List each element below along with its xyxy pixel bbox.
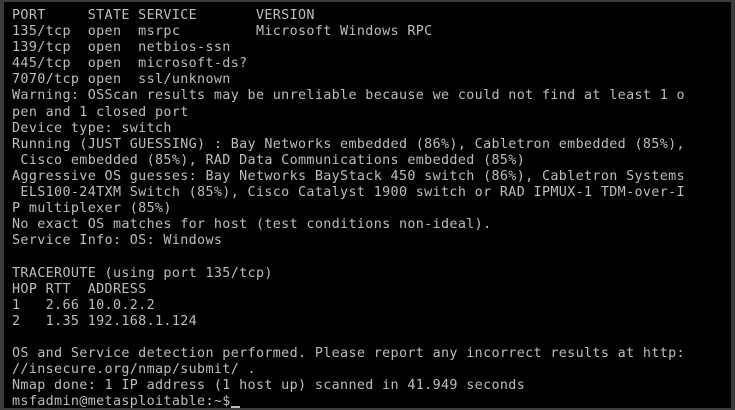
output-line-device-type: Device type: switch [12,120,172,136]
output-line-running: Running (JUST GUESSING) : Bay Networks e… [12,136,685,152]
output-line-port-header: PORT STATE SERVICE VERSION [12,8,315,23]
output-line-blank [12,249,731,265]
output-line-blank [12,330,731,346]
output-line-warning-cont: pen and 1 closed port [12,104,189,120]
output-line-traceroute-header: HOP RTT ADDRESS [12,281,147,297]
output-line-port-7070: 7070/tcp open ssl/unknown [12,72,231,88]
output-line-port-445: 445/tcp open microsoft-ds? [12,56,248,72]
terminal-output: PORT STATE SERVICE VERSION 135/tcp open … [12,8,731,408]
output-line-detection-performed: OS and Service detection performed. Plea… [12,345,685,361]
output-line-nmap-done: Nmap done: 1 IP address (1 host up) scan… [12,378,526,394]
output-line-aggressive-guesses-cont2: P multiplexer (85%) [12,201,172,217]
output-line-aggressive-guesses-cont: ELS100-24TXM Switch (85%), Cisco Catalys… [12,185,685,201]
output-line-hop-1: 1 2.66 10.0.2.2 [12,297,156,313]
shell-prompt: msfadmin@metasploitable:~$ [12,394,231,408]
output-line-detection-url: //insecure.org/nmap/submit/ . [12,362,256,378]
output-line-aggressive-guesses: Aggressive OS guesses: Bay Networks BayS… [12,168,685,184]
output-line-running-cont: Cisco embedded (85%), RAD Data Communica… [12,152,526,168]
output-line-port-139: 139/tcp open netbios-ssn [12,40,231,56]
terminal-screen[interactable]: PORT STATE SERVICE VERSION 135/tcp open … [4,2,731,408]
terminal-window-frame: PORT STATE SERVICE VERSION 135/tcp open … [0,0,735,410]
output-line-service-info: Service Info: OS: Windows [12,233,223,249]
output-line-no-exact-match: No exact OS matches for host (test condi… [12,217,492,233]
output-line-traceroute: TRACEROUTE (using port 135/tcp) [12,265,273,281]
command-prompt-row[interactable]: msfadmin@metasploitable:~$ [12,394,731,408]
output-line-port-135: 135/tcp open msrpc Microsoft Windows RPC [12,24,433,40]
text-cursor [230,406,240,408]
output-line-hop-2: 2 1.35 192.168.1.124 [12,313,198,329]
output-line-warning: Warning: OSScan results may be unreliabl… [12,88,685,104]
